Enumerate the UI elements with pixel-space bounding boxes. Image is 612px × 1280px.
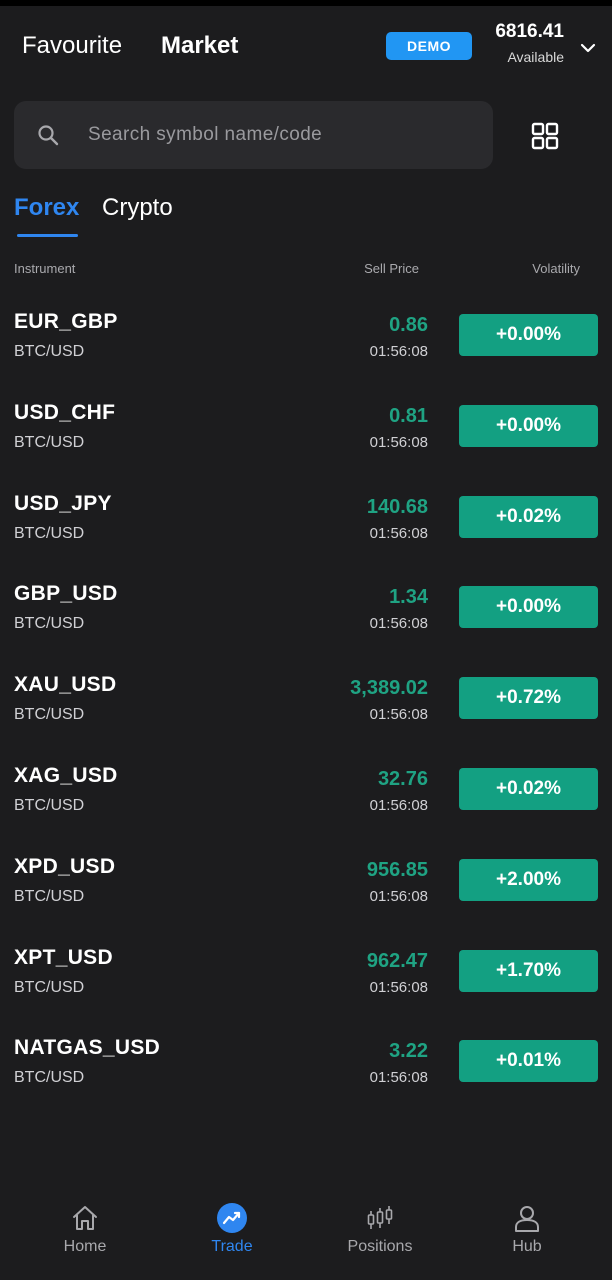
instrument-name: GBP_USD — [14, 582, 118, 606]
candlestick-icon — [367, 1206, 393, 1229]
search-input[interactable] — [88, 115, 478, 155]
instrument-subtitle: BTC/USD — [14, 796, 85, 814]
sell-price: 140.68 — [366, 495, 428, 518]
user-icon — [515, 1206, 539, 1232]
instrument-name: USD_JPY — [14, 491, 112, 515]
instrument-subtitle: BTC/USD — [14, 615, 85, 633]
nav-label-positions: Positions — [347, 1238, 413, 1255]
price-time: 01:56:08 — [369, 343, 428, 360]
nav-item-hub[interactable]: Hub — [467, 1190, 587, 1260]
price-time: 01:56:08 — [369, 615, 428, 633]
sell-price: 1.34 — [389, 586, 428, 609]
instrument-row[interactable]: XAG_USD BTC/USD 32.76 01:56:08 +0.02% — [0, 744, 612, 835]
volatility-button[interactable]: +0.01% — [459, 1040, 598, 1083]
instrument-row[interactable]: XAU_USD BTC/USD 3,389.02 01:56:08 +0.72% — [0, 653, 612, 744]
balance-value[interactable]: 6816.41 — [495, 21, 564, 43]
sell-price: 0.81 — [389, 404, 428, 427]
header: Favourite Market DEMO 6816.41 Available — [0, 6, 612, 88]
instrument-row[interactable]: USD_CHF BTC/USD 0.81 01:56:08 +0.00% — [0, 381, 612, 472]
tab-market[interactable]: Market — [161, 32, 238, 60]
instrument-name: XAU_USD — [14, 673, 117, 697]
home-icon — [73, 1206, 97, 1230]
price-time: 01:56:08 — [369, 887, 428, 905]
balance-label: Available — [507, 49, 564, 65]
instrument-subtitle: BTC/USD — [14, 887, 85, 905]
instrument-subtitle: BTC/USD — [14, 433, 85, 451]
category-tab-crypto[interactable]: Crypto — [102, 194, 173, 222]
nav-label-home: Home — [63, 1238, 107, 1255]
volatility-button[interactable]: +1.70% — [459, 949, 598, 992]
instrument-name: USD_CHF — [14, 400, 116, 424]
nav-item-home[interactable]: Home — [25, 1190, 145, 1260]
instrument-name: NATGAS_USD — [14, 1036, 161, 1060]
active-tab-indicator — [17, 234, 78, 237]
nav-label-trade: Trade — [211, 1238, 253, 1255]
instrument-subtitle: BTC/USD — [14, 978, 85, 996]
instrument-row[interactable]: EUR_GBP BTC/USD 0.86 01:56:08 +0.00% — [0, 290, 612, 381]
column-header-sell-price: Sell Price — [364, 261, 419, 276]
instrument-list: EUR_GBP BTC/USD 0.86 01:56:08 +0.00% USD… — [0, 290, 612, 1107]
chevron-down-icon[interactable] — [578, 38, 598, 58]
column-header-volatility: Volatility — [532, 261, 580, 276]
sell-price: 32.76 — [377, 767, 428, 790]
volatility-button[interactable]: +0.00% — [459, 404, 598, 447]
sell-price: 3,389.02 — [350, 677, 428, 700]
search-icon — [38, 125, 59, 146]
sell-price: 956.85 — [366, 858, 428, 881]
instrument-subtitle: BTC/USD — [14, 343, 85, 360]
volatility-button[interactable]: +0.72% — [459, 677, 598, 720]
trade-icon — [217, 1203, 247, 1233]
instrument-row[interactable]: XPT_USD BTC/USD 962.47 01:56:08 +1.70% — [0, 926, 612, 1017]
price-time: 01:56:08 — [369, 1069, 428, 1087]
volatility-button[interactable]: +0.00% — [459, 586, 598, 629]
instrument-row[interactable]: USD_JPY BTC/USD 140.68 01:56:08 +0.02% — [0, 472, 612, 563]
nav-label-hub: Hub — [512, 1238, 542, 1255]
demo-badge[interactable]: DEMO — [386, 32, 472, 60]
price-time: 01:56:08 — [369, 796, 428, 814]
instrument-row[interactable]: XPD_USD BTC/USD 956.85 01:56:08 +2.00% — [0, 835, 612, 926]
instrument-name: XPD_USD — [14, 854, 116, 878]
bottom-nav: Home Trade Positions Hub — [0, 1190, 612, 1280]
instrument-subtitle: BTC/USD — [14, 524, 85, 542]
tab-favourite[interactable]: Favourite — [22, 32, 122, 60]
app-screen: Favourite Market DEMO 6816.41 Available … — [0, 0, 612, 1280]
volatility-button[interactable]: +2.00% — [459, 858, 598, 901]
volatility-button[interactable]: +0.00% — [459, 314, 598, 356]
price-time: 01:56:08 — [369, 433, 428, 451]
instrument-row[interactable]: NATGAS_USD BTC/USD 3.22 01:56:08 +0.01% — [0, 1016, 612, 1107]
volatility-button[interactable]: +0.02% — [459, 767, 598, 810]
sell-price: 3.22 — [389, 1040, 428, 1063]
search-box[interactable] — [14, 101, 493, 169]
nav-item-trade[interactable]: Trade — [172, 1190, 292, 1260]
sell-price: 962.47 — [366, 949, 428, 972]
instrument-subtitle: BTC/USD — [14, 706, 85, 724]
instrument-name: XPT_USD — [14, 945, 113, 969]
instrument-subtitle: BTC/USD — [14, 1069, 85, 1087]
price-time: 01:56:08 — [369, 524, 428, 542]
instrument-name: EUR_GBP — [14, 310, 118, 333]
sell-price: 0.86 — [389, 314, 428, 336]
volatility-button[interactable]: +0.02% — [459, 495, 598, 538]
nav-item-positions[interactable]: Positions — [320, 1190, 440, 1260]
category-tab-forex[interactable]: Forex — [14, 194, 79, 222]
grid-view-icon[interactable] — [531, 122, 559, 150]
instrument-row[interactable]: GBP_USD BTC/USD 1.34 01:56:08 +0.00% — [0, 562, 612, 653]
instrument-name: XAG_USD — [14, 763, 118, 787]
price-time: 01:56:08 — [369, 706, 428, 724]
column-header-instrument: Instrument — [14, 261, 76, 276]
price-time: 01:56:08 — [369, 978, 428, 996]
